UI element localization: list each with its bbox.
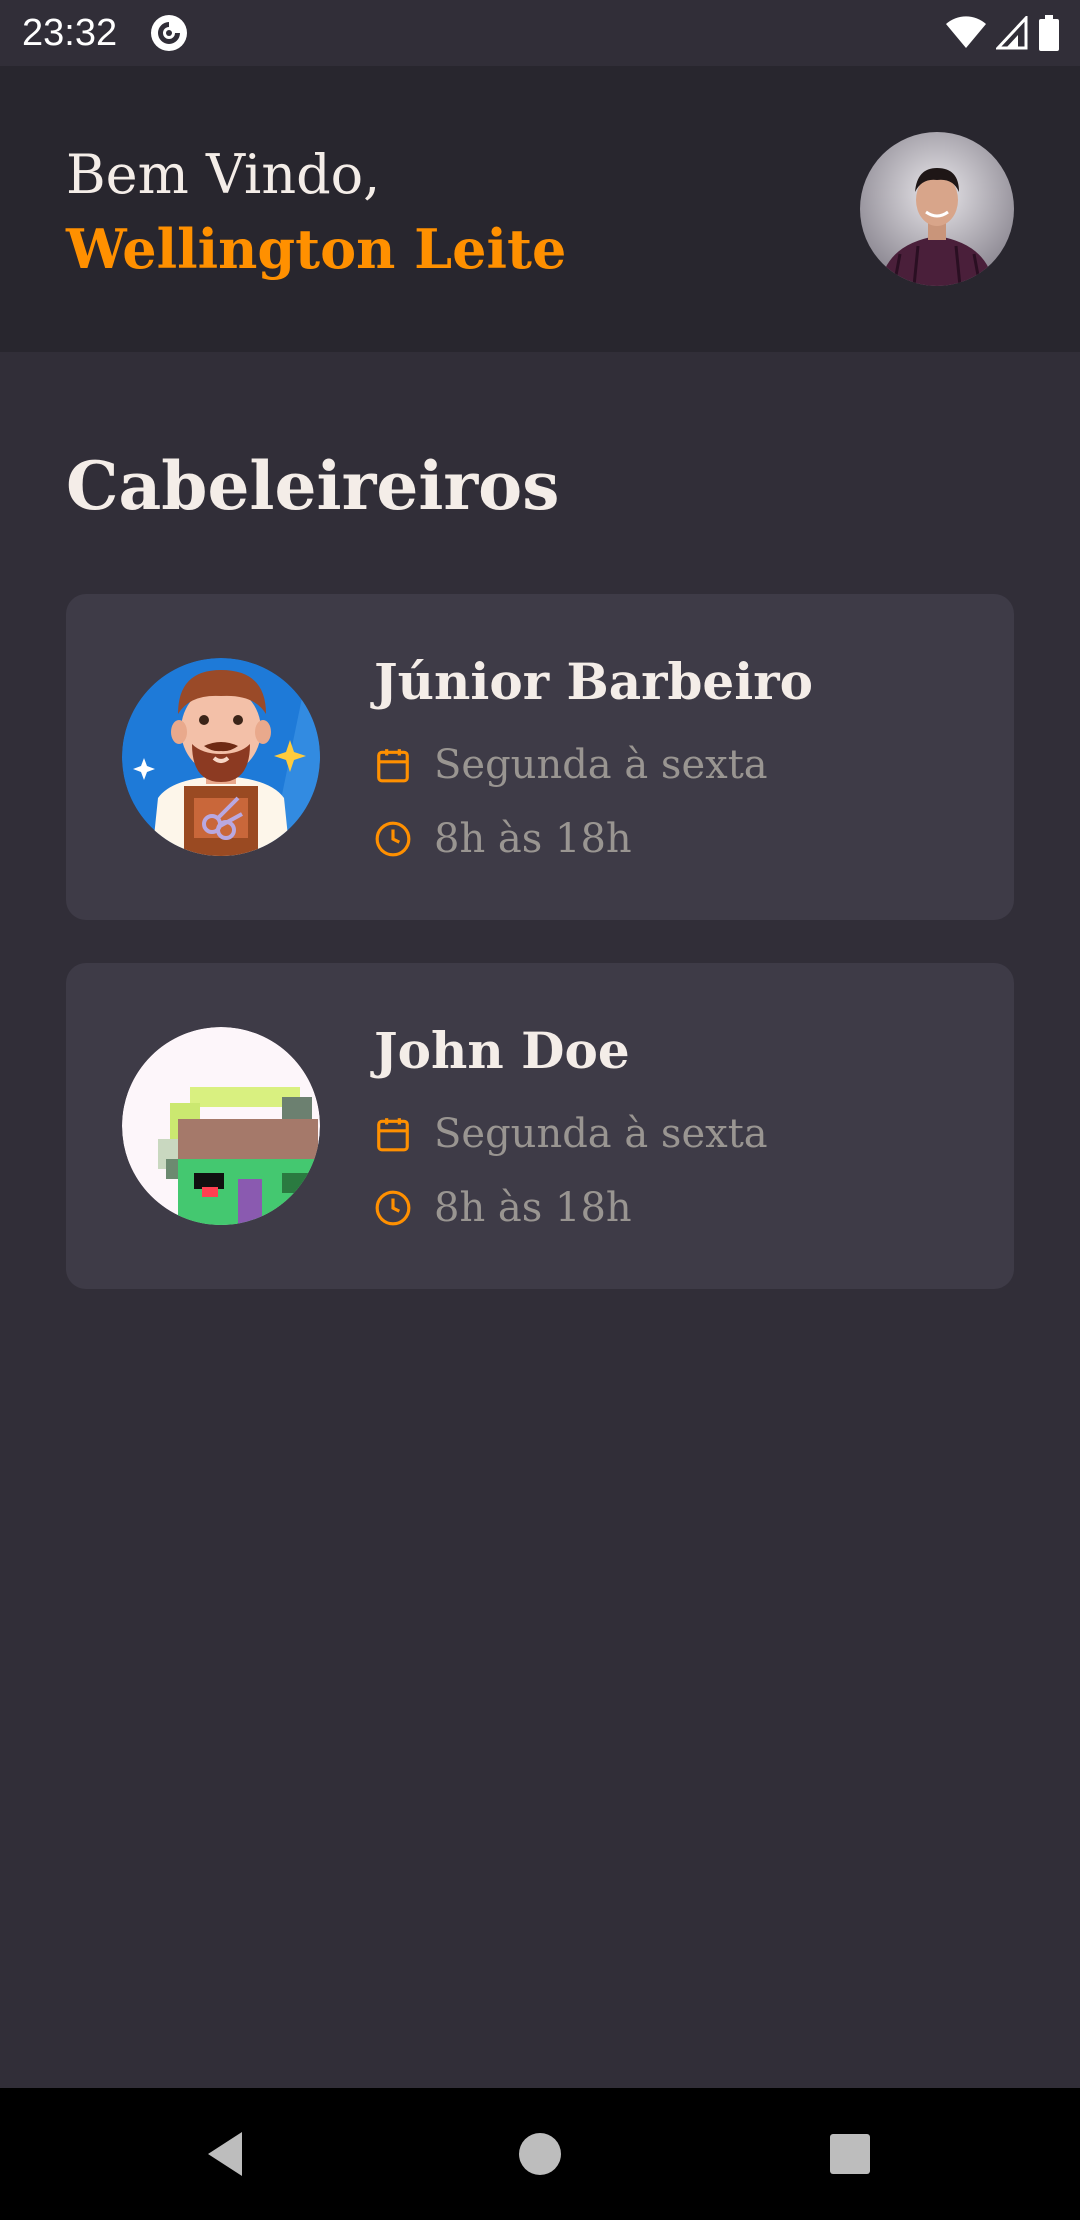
- screen: 23:32 Bem Vindo, Wellington Leite Cabele…: [0, 0, 1080, 2220]
- provider-days: Segunda à sexta: [374, 740, 768, 790]
- clock-icon: [375, 821, 411, 857]
- provider-card[interactable]: John Doe Segunda à sexta 8h às 18h: [66, 963, 1014, 1289]
- pixel-avatar-icon: [122, 1027, 320, 1225]
- back-icon[interactable]: [196, 2124, 256, 2184]
- provider-hours: 8h às 18h: [374, 1183, 632, 1233]
- section-title: Cabeleireiros: [66, 447, 560, 525]
- status-icons: [946, 14, 1060, 52]
- provider-avatar: [122, 1027, 320, 1225]
- provider-name: Júnior Barbeiro: [374, 652, 813, 711]
- user-name[interactable]: Wellington Leite: [66, 214, 566, 284]
- status-bar: 23:32: [0, 0, 1080, 66]
- user-photo-icon: [860, 132, 1014, 286]
- clock-icon: [375, 1190, 411, 1226]
- navigation-bar: [0, 2088, 1080, 2220]
- provider-card[interactable]: Júnior Barbeiro Segunda à sexta 8h às 18…: [66, 594, 1014, 920]
- calendar-icon: [377, 1118, 409, 1152]
- provider-hours: 8h às 18h: [374, 814, 632, 864]
- pocket-casts-icon: [151, 15, 187, 51]
- battery-icon: [1039, 15, 1059, 51]
- wifi-icon: [946, 16, 986, 48]
- barber-avatar-icon: [122, 658, 320, 856]
- provider-days-text: Segunda à sexta: [434, 742, 768, 788]
- greeting-text: Bem Vindo,: [66, 143, 381, 206]
- header: Bem Vindo, Wellington Leite: [0, 66, 1080, 352]
- provider-days-text: Segunda à sexta: [434, 1111, 768, 1157]
- calendar-icon: [377, 749, 409, 783]
- status-time: 23:32: [22, 12, 118, 54]
- home-icon[interactable]: [510, 2124, 570, 2184]
- provider-hours-text: 8h às 18h: [434, 1185, 632, 1231]
- provider-avatar: [122, 658, 320, 856]
- provider-name: John Doe: [374, 1021, 630, 1080]
- user-avatar[interactable]: [860, 132, 1014, 286]
- provider-hours-text: 8h às 18h: [434, 816, 632, 862]
- signal-icon: [996, 16, 1028, 50]
- recents-icon[interactable]: [820, 2124, 880, 2184]
- provider-days: Segunda à sexta: [374, 1109, 768, 1159]
